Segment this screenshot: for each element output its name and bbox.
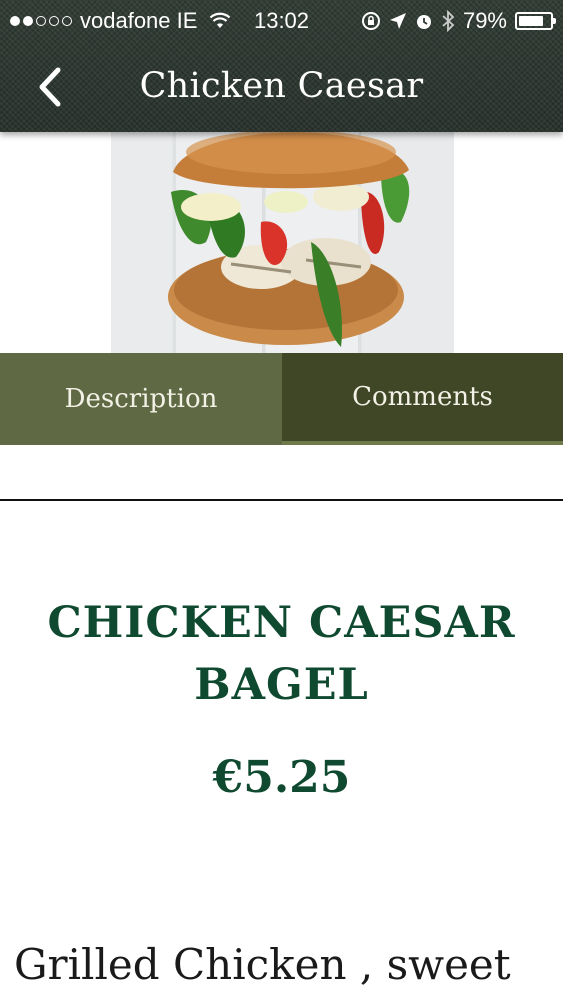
product-name-line2: BAGEL xyxy=(194,660,369,710)
product-name-line1: CHICKEN CAESAR xyxy=(47,598,516,648)
tab-comments[interactable]: Comments xyxy=(282,353,563,445)
location-arrow-icon xyxy=(389,13,406,29)
product-description: Grilled Chicken , sweet xyxy=(14,940,511,989)
alarm-clock-icon xyxy=(416,15,431,29)
battery-percent: 79% xyxy=(462,8,507,33)
header: vodafone IE 13:02 79% Chicken Caesar xyxy=(0,0,563,132)
status-right: 79% xyxy=(361,8,556,34)
status-bar: vodafone IE 13:02 79% xyxy=(0,0,563,44)
product-image-area xyxy=(0,132,563,353)
battery-fill xyxy=(519,16,543,26)
page-title: Chicken Caesar xyxy=(139,66,424,106)
tab-bar: Description Comments xyxy=(0,353,563,445)
tab-description[interactable]: Description xyxy=(0,353,282,445)
content-divider xyxy=(0,499,563,501)
bagel-illustration xyxy=(168,132,410,347)
rotation-lock-icon xyxy=(361,12,380,30)
battery-icon xyxy=(515,12,556,30)
navigation-bar: Chicken Caesar xyxy=(0,44,563,132)
product-name: CHICKEN CAESAR BAGEL xyxy=(0,592,563,716)
bluetooth-icon xyxy=(442,10,455,32)
product-image xyxy=(111,132,454,353)
product-price: €5.25 xyxy=(212,752,351,803)
